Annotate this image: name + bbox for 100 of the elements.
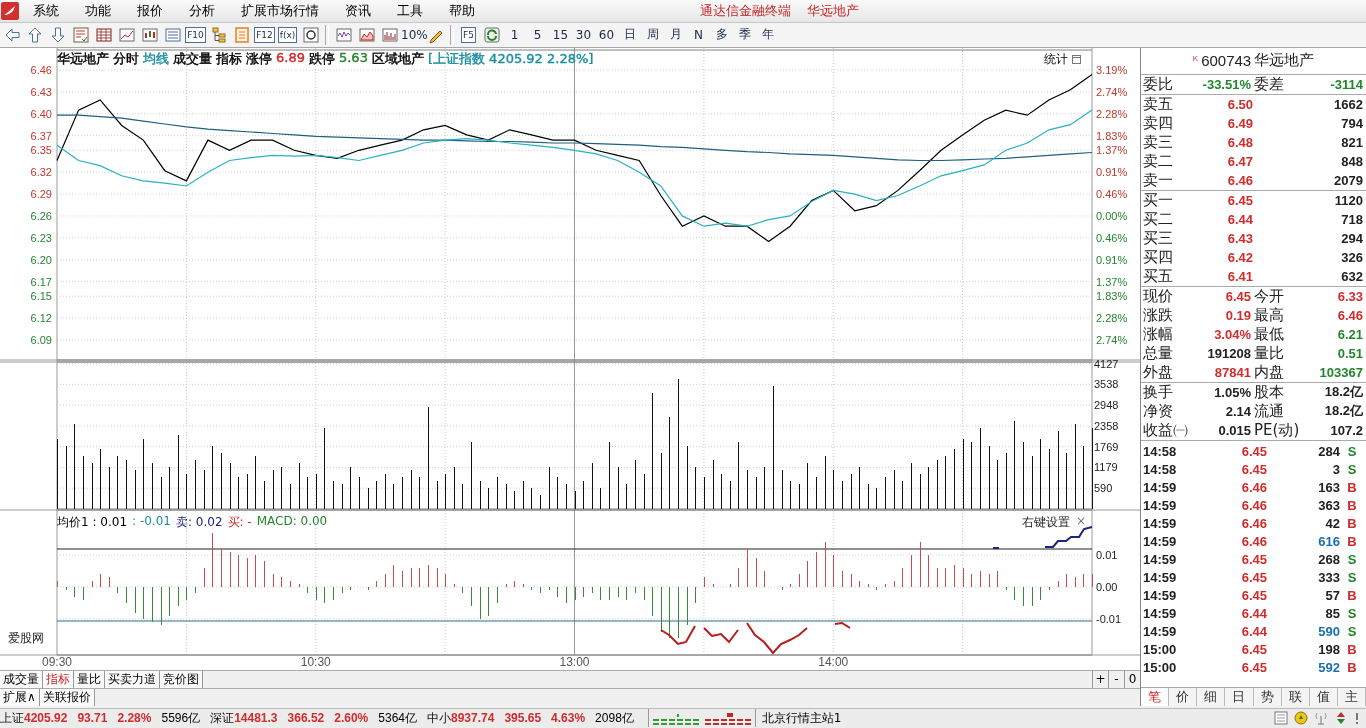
wave-chart-icon[interactable]: [334, 25, 353, 44]
index-name: 深证: [210, 709, 235, 727]
axis-label: 590: [1094, 482, 1113, 495]
period-button[interactable]: N: [687, 27, 710, 42]
table-icon[interactable]: [94, 25, 113, 44]
order-label: 买二: [1143, 209, 1174, 229]
field-value: 18.2亿: [1323, 402, 1363, 421]
period-button[interactable]: 60: [595, 27, 618, 42]
period-button[interactable]: 多: [710, 26, 733, 44]
period-button[interactable]: 1: [503, 27, 526, 42]
trade-volume: 333: [1317, 570, 1340, 586]
up-down-arrows-icon[interactable]: [1334, 711, 1348, 726]
order-price: 6.43: [1226, 230, 1253, 246]
stock-code: 600743: [1201, 52, 1252, 70]
period-button[interactable]: 周: [641, 26, 664, 44]
antenna-icon[interactable]: [1314, 711, 1328, 726]
area-chart-icon[interactable]: [357, 25, 376, 44]
line-chart-icon[interactable]: [117, 25, 136, 44]
bar-chart-icon[interactable]: [380, 25, 399, 44]
header-text: 均线: [143, 49, 169, 68]
axis-label: 0.46%: [1096, 187, 1128, 200]
report-icon[interactable]: [71, 25, 90, 44]
axis-label: 3.19%: [1096, 63, 1128, 76]
trade-time: 14:59: [1143, 570, 1178, 586]
window-icon[interactable]: [1072, 54, 1081, 64]
menu-item[interactable]: 分析: [176, 0, 228, 22]
header-text: 分时: [113, 49, 139, 68]
indicator-line: [660, 624, 696, 645]
index-value: 14481.3: [234, 711, 278, 726]
axis-label: 1.37%: [1096, 144, 1128, 157]
trade-time: 14:59: [1143, 480, 1178, 496]
period-button[interactable]: 年: [756, 26, 779, 44]
order-volume: 718: [1340, 211, 1363, 227]
trade-time: 14:58: [1143, 444, 1178, 460]
panel-tab[interactable]: 笔: [1141, 687, 1170, 706]
period-button[interactable]: 月: [664, 26, 687, 44]
period-button[interactable]: 15: [549, 27, 572, 42]
trade-volume: 57: [1324, 588, 1340, 604]
axis-label: 2.28%: [1096, 312, 1128, 324]
chart-tab[interactable]: 竞价图: [160, 670, 203, 688]
axis-label: 0.00%: [1096, 209, 1128, 222]
field-value: 87841: [1213, 364, 1251, 380]
header-text: 指标: [216, 49, 242, 68]
panel-tab[interactable]: 值: [1309, 687, 1338, 706]
trade-time: 15:00: [1143, 660, 1178, 676]
menu-item[interactable]: 工具: [384, 0, 436, 22]
chart-tab[interactable]: 扩展∧: [0, 688, 40, 706]
chart-tab[interactable]: 买卖力道: [105, 670, 160, 688]
period-button[interactable]: 季: [733, 26, 756, 44]
period-button[interactable]: 30: [572, 27, 595, 42]
trade-volume: 268: [1317, 552, 1340, 568]
panel-tab[interactable]: 势: [1253, 687, 1282, 706]
header-text: 涨停: [246, 49, 272, 68]
zoom-button[interactable]: +: [1092, 670, 1108, 688]
coin-icon[interactable]: [1294, 711, 1308, 726]
legend-text: : -0.01: [132, 513, 171, 530]
menu-item[interactable]: 扩展市场行情: [228, 0, 332, 22]
menu-item[interactable]: 资讯: [332, 0, 384, 22]
axis-label: 6.09: [30, 333, 52, 346]
menu-item[interactable]: 帮助: [436, 0, 488, 22]
order-volume: 294: [1340, 230, 1363, 246]
chart-tab[interactable]: 指标: [43, 670, 74, 688]
panel-tab[interactable]: 主: [1337, 687, 1366, 706]
order-label: 买一: [1143, 190, 1174, 210]
close-button[interactable]: ×: [1076, 513, 1087, 531]
panel-tab[interactable]: 日: [1225, 687, 1254, 706]
chart-tab[interactable]: 成交量: [0, 670, 43, 688]
header-text: 区域地产: [371, 49, 424, 68]
toolbar-button[interactable]: F10: [185, 26, 206, 43]
period-button[interactable]: 日: [618, 26, 641, 44]
panel-tab[interactable]: 联: [1281, 687, 1310, 706]
tree-icon[interactable]: [209, 25, 228, 44]
panel-tab[interactable]: 细: [1197, 687, 1226, 706]
index-value: 8937.74: [451, 711, 495, 726]
field-label: 委比: [1143, 74, 1174, 94]
toolbar-button[interactable]: f(x): [277, 26, 298, 43]
toolbar-button[interactable]: F5: [461, 26, 476, 43]
order-volume: 2079: [1333, 172, 1363, 188]
exclamation-icon[interactable]: [1354, 711, 1360, 726]
menu-item[interactable]: 系统: [20, 0, 72, 22]
chart-tab[interactable]: 量比: [74, 670, 105, 688]
menu-item[interactable]: 功能: [72, 0, 124, 22]
index-value: 4205.92: [24, 711, 68, 726]
panel-tab[interactable]: 价: [1169, 687, 1198, 706]
zoom-button[interactable]: -: [1108, 670, 1124, 688]
order-volume: 1120: [1333, 192, 1363, 208]
axis-label: 6.40: [30, 107, 52, 120]
field-value: 103367: [1318, 364, 1363, 380]
stats-button[interactable]: 统计: [1044, 50, 1068, 68]
refresh-icon[interactable]: [482, 25, 501, 44]
index-name: 中小: [427, 709, 451, 727]
field-label: 现价: [1143, 286, 1174, 306]
order-volume: 1662: [1333, 96, 1363, 112]
menu-item[interactable]: 报价: [124, 0, 176, 22]
candlestick-icon[interactable]: [140, 25, 159, 44]
chart-tab[interactable]: 关联报价: [39, 688, 95, 706]
toolbar-button[interactable]: F12: [254, 26, 275, 43]
period-button[interactable]: 5: [526, 27, 549, 42]
axis-label: 0.01: [1096, 548, 1118, 561]
field-label: 总量: [1143, 343, 1174, 363]
